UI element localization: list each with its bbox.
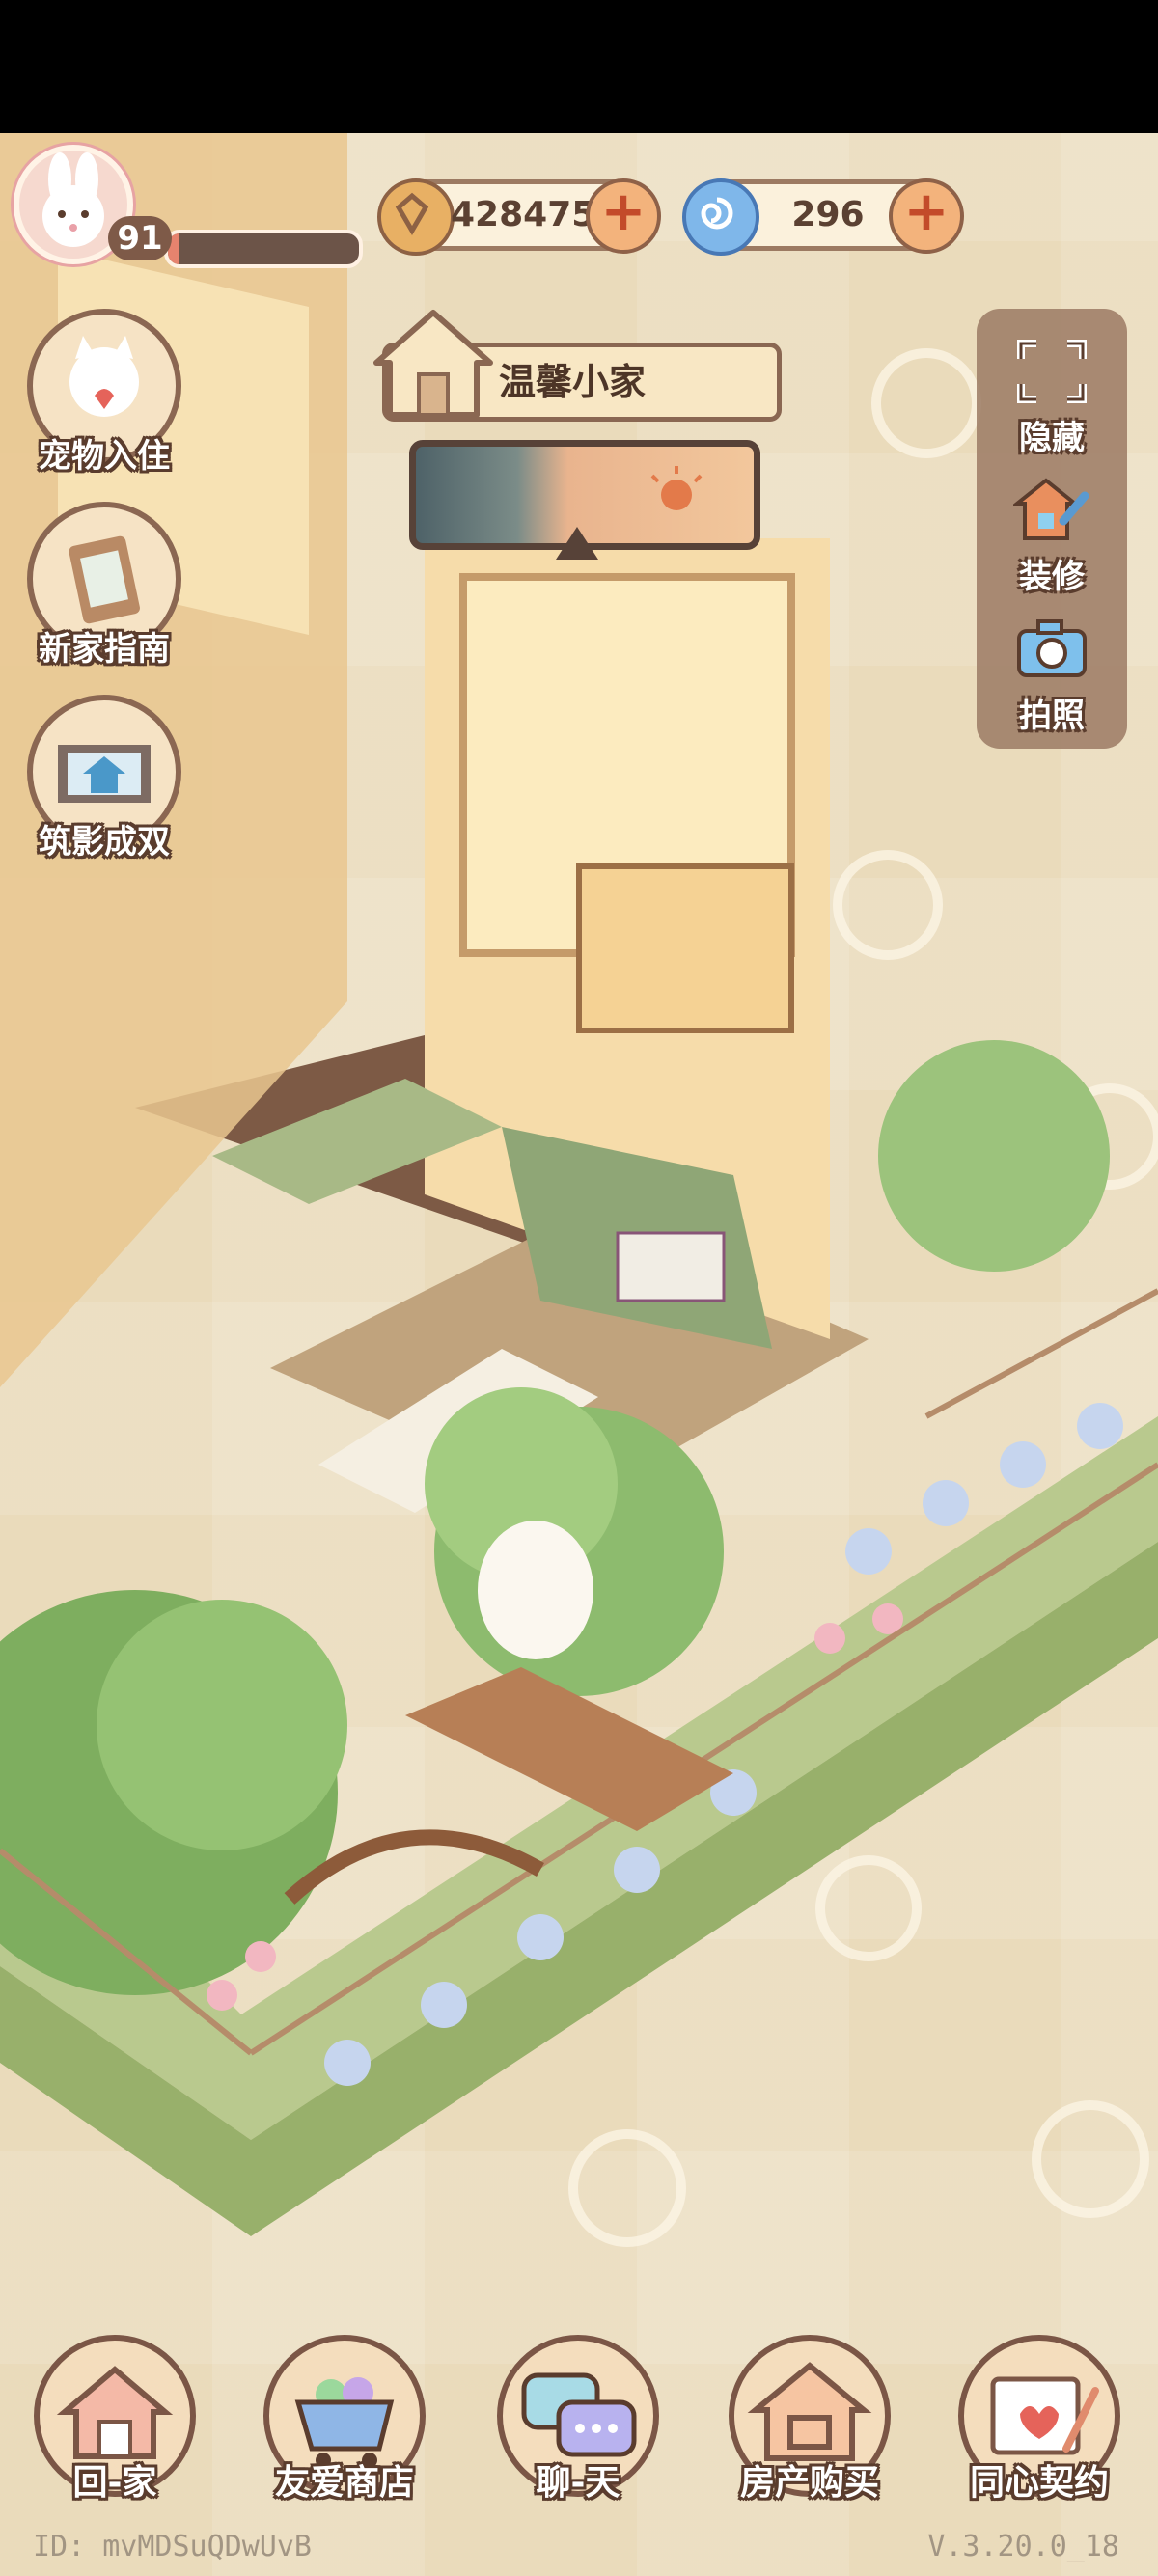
shadow-pair-label: 筑影成双 (39, 823, 170, 862)
house-icon (373, 310, 493, 418)
chat-button[interactable]: 聊-天 (477, 2335, 679, 2503)
house-wrench-icon (1011, 478, 1089, 540)
shadow-pair-button[interactable]: 筑影成双 (27, 695, 181, 862)
gold-amount: 428475 (451, 195, 596, 234)
property-purchase-label: 房产购买 (739, 2463, 879, 2503)
photo-button[interactable]: 拍照 (977, 614, 1127, 736)
friendship-shop-button[interactable]: 友爱商店 (243, 2335, 446, 2503)
hide-label: 隐藏 (1019, 419, 1085, 457)
new-home-guide-label: 新家指南 (39, 630, 170, 669)
sun-icon (650, 466, 703, 510)
friendship-shop-label: 友爱商店 (274, 2463, 414, 2503)
add-gold-button[interactable]: + (586, 178, 661, 254)
new-home-guide-button[interactable]: 新家指南 (27, 502, 181, 669)
pet-move-in-button[interactable]: 宠物入住 (27, 309, 181, 476)
camera-icon (1017, 619, 1087, 677)
chat-label: 聊-天 (536, 2463, 620, 2503)
gold-currency: 428475 + (377, 178, 661, 256)
go-home-button[interactable]: 回-家 (14, 2335, 216, 2503)
hide-button[interactable]: 隐藏 (977, 336, 1127, 458)
heart-contract-label: 同心契约 (969, 2463, 1109, 2503)
heart-contract-button[interactable]: 同心契约 (938, 2335, 1141, 2503)
go-home-label: 回-家 (72, 2463, 157, 2503)
status-bar (0, 0, 1158, 133)
decorate-label: 装修 (1019, 558, 1085, 596)
level-badge: 91 (108, 216, 172, 260)
home-title: 温馨小家 (499, 361, 647, 403)
property-purchase-button[interactable]: 房产购买 (708, 2335, 911, 2503)
photo-label: 拍照 (1019, 697, 1085, 735)
right-tool-panel: 隐藏 装修 拍照 (977, 309, 1127, 749)
add-gem-button[interactable]: + (889, 178, 964, 254)
app-version: V.3.20.0_18 (927, 2530, 1119, 2563)
gold-coin-icon (377, 178, 455, 256)
xp-progress-bar (164, 230, 363, 268)
blue-swirl-gem-icon (682, 178, 759, 256)
decorate-button[interactable]: 装修 (977, 475, 1127, 597)
pet-move-in-label: 宠物入住 (39, 437, 170, 476)
player-id: ID: mvMDSuQDwUvB (33, 2530, 312, 2563)
gem-amount: 296 (791, 195, 865, 234)
hide-frame-icon (1017, 340, 1087, 403)
weather-pointer (556, 527, 598, 560)
gem-currency: 296 + (682, 178, 964, 256)
